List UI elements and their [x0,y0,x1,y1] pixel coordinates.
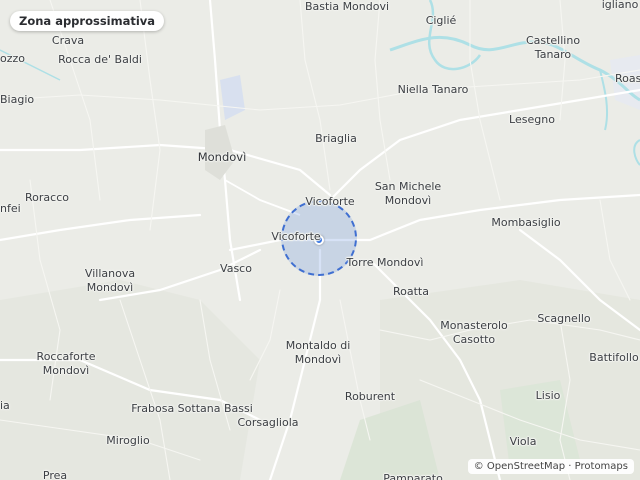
place-label-prea: Prea [42,469,68,480]
place-label-lisio: Lisio [535,389,561,402]
place-label-rocca-de-baldi: Rocca de' Baldi [58,53,142,66]
place-label-nfei: nfei [0,202,21,215]
osm-attribution-link[interactable]: © OpenStreetMap [474,461,565,472]
place-label-miroglio: Miroglio [106,434,150,447]
place-label-igliano: igliano [601,0,639,11]
protomaps-attribution-link[interactable]: Protomaps [575,461,628,472]
place-label-roccaforte-mondovi: Roccaforte Mondovì [36,350,96,377]
place-label-mondovi: Mondovì [197,150,247,164]
attribution-separator: · [565,461,575,472]
place-label-ia: ia [0,399,10,412]
place-label-roatta: Roatta [393,285,429,298]
place-label-frabosa-sottana-bassi: Frabosa Sottana Bassi [131,402,253,415]
place-label-villanova-mondovi: Villanova Mondovì [84,267,136,294]
place-label-vasco: Vasco [220,262,252,275]
place-label-corsagliola: Corsagliola [237,416,299,429]
place-label-niella-tanaro: Niella Tanaro [397,83,469,96]
place-label-biagio: Biagio [0,93,35,106]
place-label-viola: Viola [509,435,537,448]
place-label-scagnello: Scagnello [537,312,591,325]
place-label-roburent: Roburent [344,390,396,403]
place-label-castellino-tanaro: Castellino Tanaro [525,34,581,61]
place-label-lesegno: Lesegno [509,113,555,126]
place-label-san-michele-mondovi: San Michele Mondovì [374,180,442,207]
place-label-ozzo: ozzo [0,52,26,65]
place-label-crava: Crava [51,34,85,47]
map-canvas[interactable]: Bastia Mondovi Ciglié igliano Crava Rocc… [0,0,640,480]
place-label-battifollo: Battifollo [589,351,639,364]
approximate-area-badge: Zona approssimativa [10,11,165,31]
place-label-torre-mondovi: Torre Mondovì [346,256,424,269]
place-label-briaglia: Briaglia [315,132,357,145]
place-label-cigliè: Ciglié [425,14,457,27]
place-label-vicoforte-west: Vicoforte [271,230,321,243]
place-label-mombasiglio: Mombasiglio [491,216,561,229]
place-label-vicoforte-north: Vicoforte [305,195,355,208]
place-label-bastia-mondovi: Bastia Mondovi [304,0,390,13]
place-label-montaldo-di-mondovi: Montaldo di Mondovì [285,339,351,366]
place-label-roas: Roas [615,72,640,85]
map-attribution: © OpenStreetMap · Protomaps [467,459,634,474]
place-label-roracco: Roracco [25,191,69,204]
place-label-monasterolo-casotto: Monasterolo Casotto [440,319,508,346]
place-label-pamparato: Pamparato [383,472,443,480]
